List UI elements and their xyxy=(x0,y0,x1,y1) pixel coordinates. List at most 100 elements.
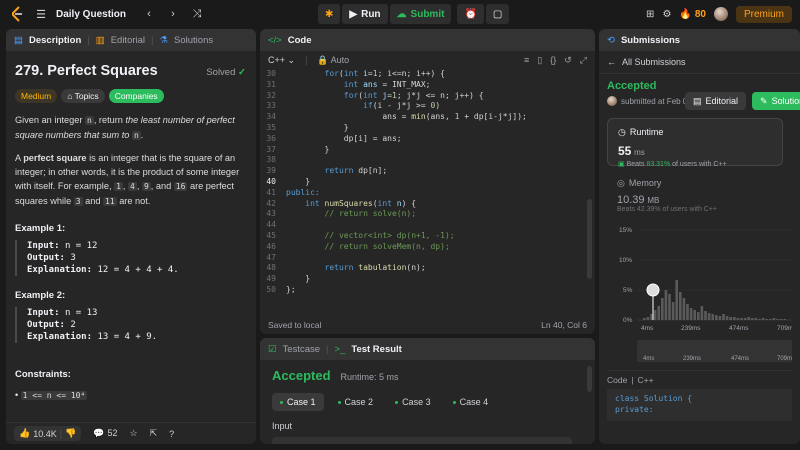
description-panel: ▤ Description | ▥ Editorial | ⚗ Solution… xyxy=(6,29,256,444)
format-icon[interactable]: ≡ xyxy=(524,55,529,66)
range-tick-label: 474ms xyxy=(731,356,749,362)
tab-solutions[interactable]: Solutions xyxy=(174,35,213,46)
histogram-bar xyxy=(700,306,704,320)
star-icon[interactable]: ☆ xyxy=(130,428,138,439)
comments-button[interactable]: 💬 52 xyxy=(93,428,117,439)
notes-button[interactable]: ▢ xyxy=(485,4,510,24)
description-footer: 👍 10.4K | 👎 💬 52 ☆ ⇱ ? xyxy=(6,422,256,444)
tab-testcase[interactable]: Testcase xyxy=(283,344,321,355)
histogram-bar xyxy=(664,290,668,320)
runtime-distribution-chart[interactable]: 15% 10% 5% 0% 4ms 239ms 474ms 709m 4ms 2… xyxy=(607,218,792,368)
test-tabs: ☑ Testcase | >_ Test Result xyxy=(260,338,595,360)
histogram-bar xyxy=(657,306,660,320)
share-icon[interactable]: ⇱ xyxy=(150,428,158,439)
code-icon: </> xyxy=(268,34,282,46)
tag-row: Medium ⌂ Topics Companies xyxy=(15,89,247,103)
back-all-submissions[interactable]: ← All Submissions xyxy=(599,51,800,74)
next-problem-icon[interactable]: › xyxy=(164,5,182,23)
histogram-bar xyxy=(718,316,722,320)
post-solution-button[interactable]: ✎Solution xyxy=(752,92,800,110)
constraint-item: • 1 <= n <= 10⁴ xyxy=(15,390,88,400)
top-bar: ☰ Daily Question ‹ › ⤨ ✱ ▶ Run ☁ Submit ⏰ … xyxy=(0,0,800,28)
tab-description[interactable]: Description xyxy=(29,35,81,46)
submit-button[interactable]: ☁ Submit xyxy=(389,4,452,24)
histogram-bar xyxy=(776,319,779,320)
tab-test-result[interactable]: Test Result xyxy=(351,344,402,355)
example-2-heading: Example 2: xyxy=(15,290,66,301)
histogram-bar xyxy=(646,317,650,320)
fullscreen-icon[interactable]: ⤢ xyxy=(580,55,587,66)
layout-grid-icon[interactable]: ⊞ xyxy=(646,9,654,20)
auto-mode[interactable]: 🔒 Auto xyxy=(317,55,349,66)
daily-question-title[interactable]: Daily Question xyxy=(56,9,126,20)
x-tick-label: 4ms xyxy=(641,325,654,332)
histogram-bar xyxy=(783,319,786,320)
leetcode-logo-icon[interactable] xyxy=(8,5,26,23)
companies-tag[interactable]: Companies xyxy=(108,89,164,103)
x-tick-label: 474ms xyxy=(729,325,749,332)
topics-tag[interactable]: ⌂ Topics xyxy=(61,89,105,103)
code-panel-header: </> Code xyxy=(260,29,595,51)
prev-problem-icon[interactable]: ‹ xyxy=(140,5,158,23)
bookmark-icon[interactable]: ▯ xyxy=(537,55,542,66)
code-section-header: Code | C++ xyxy=(607,370,792,385)
test-scrollbar[interactable] xyxy=(587,366,592,392)
streak-counter[interactable]: 🔥 80 xyxy=(679,9,706,20)
case-tab-2[interactable]: Case 2 xyxy=(330,393,382,411)
memory-card[interactable]: ◎ Memory 10.39 MB Beats 42.39% of users w… xyxy=(607,170,783,216)
shuffle-icon[interactable]: ⤨ xyxy=(188,5,206,23)
memory-icon: ◎ xyxy=(617,178,625,188)
histogram-bar xyxy=(747,317,750,320)
timer-button[interactable]: ⏰ xyxy=(457,4,484,24)
tab-editorial[interactable]: Editorial xyxy=(111,35,145,46)
histogram-bar xyxy=(643,318,646,320)
check-circle-icon: ✓ xyxy=(238,67,246,78)
reset-icon[interactable]: ↺ xyxy=(564,55,572,66)
constraints-heading: Constraints: xyxy=(15,369,71,380)
runtime-card[interactable]: ◷ Runtime 55 ms ▣ Beats 83.31% of users w… xyxy=(607,118,783,168)
submitted-code[interactable]: class Solution { private: xyxy=(607,389,792,421)
histogram-bar xyxy=(761,318,765,320)
editorial-button[interactable]: ▤ Editorial xyxy=(685,92,747,110)
case-tab-4[interactable]: Case 4 xyxy=(445,393,497,411)
x-tick-label: 709m xyxy=(777,325,792,332)
y-tick-label: 15% xyxy=(619,227,632,234)
example-1-heading: Example 1: xyxy=(15,223,66,234)
problem-list-icon[interactable]: ☰ xyxy=(32,5,50,23)
checkbox-icon: ☑ xyxy=(268,343,277,355)
braces-icon[interactable]: {} xyxy=(550,55,556,66)
range-selector[interactable] xyxy=(637,340,792,362)
premium-button[interactable]: Premium xyxy=(735,5,792,23)
y-ticks: 15% 10% 5% 0% xyxy=(619,227,633,324)
histogram-bar xyxy=(736,318,740,320)
y-tick-label: 5% xyxy=(623,287,633,294)
user-avatar[interactable] xyxy=(713,7,728,21)
solutions-icon: ⚗ xyxy=(159,34,169,46)
histogram-bar xyxy=(754,318,758,320)
tab-code[interactable]: Code xyxy=(288,35,312,46)
submissions-header: ⟲ Submissions xyxy=(599,29,800,51)
run-button[interactable]: ▶ Run xyxy=(342,4,388,24)
editor-scrollbar[interactable] xyxy=(587,199,592,279)
topbar-right: ⊞ ⚙ 🔥 80 Premium xyxy=(646,4,792,24)
code-editor[interactable]: 30 for(int i=1; i<=n; i++) { 31 int ans … xyxy=(260,69,595,296)
language-select[interactable]: C++ ⌄ xyxy=(268,55,295,66)
case-tab-1[interactable]: Case 1 xyxy=(272,393,324,411)
settings-gear-icon[interactable]: ⚙ xyxy=(662,9,671,20)
fire-icon: 🔥 xyxy=(679,8,692,20)
help-icon[interactable]: ? xyxy=(169,429,174,439)
thumbs-down-icon[interactable]: 👎 xyxy=(65,428,76,439)
like-button[interactable]: 👍 10.4K | 👎 xyxy=(14,426,82,441)
result-runtime: Runtime: 5 ms xyxy=(340,372,399,382)
beats-badge-icon: ▣ xyxy=(618,161,625,168)
book-icon: ▤ xyxy=(693,95,702,106)
debug-button[interactable]: ✱ xyxy=(318,4,341,24)
lock-icon: 🔒 xyxy=(317,54,329,65)
case-tab-3[interactable]: Case 3 xyxy=(387,393,439,411)
difficulty-badge[interactable]: Medium xyxy=(15,89,58,103)
tab-submissions[interactable]: Submissions xyxy=(621,35,680,46)
note-icon: ▢ xyxy=(492,8,503,20)
histogram-bar xyxy=(769,319,772,320)
histogram-bar xyxy=(675,280,678,320)
saved-status: Saved to local xyxy=(268,320,322,330)
